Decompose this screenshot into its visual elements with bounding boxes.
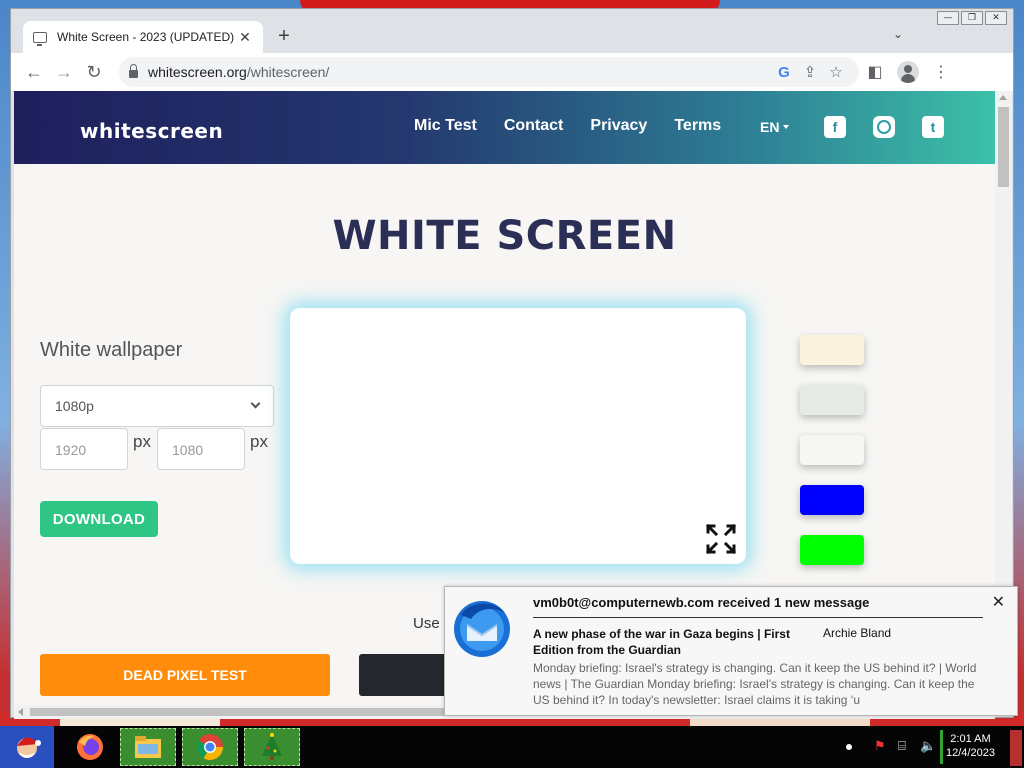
white-screen-preview[interactable] <box>290 308 746 564</box>
profile-avatar-icon[interactable] <box>897 61 919 83</box>
horizontal-scroll-thumb[interactable] <box>30 708 450 716</box>
scroll-up-icon[interactable] <box>999 95 1007 100</box>
network-icon[interactable]: ⌸ <box>898 738 906 754</box>
color-swatch-light-gray[interactable] <box>800 385 864 415</box>
divider <box>533 617 983 618</box>
taskbar-christmas-app[interactable] <box>244 728 300 766</box>
nav-terms[interactable]: Terms <box>674 117 721 135</box>
close-notification-icon[interactable]: ✕ <box>992 592 1005 612</box>
url-host: whitescreen.org <box>148 64 247 80</box>
clock-date: 12/4/2023 <box>946 747 995 759</box>
tab-title: White Screen - 2023 (UPDATED) <box>57 30 235 44</box>
vertical-scroll-thumb[interactable] <box>998 107 1009 187</box>
download-button[interactable]: DOWNLOAD <box>40 501 158 537</box>
minimize-button[interactable]: — <box>937 11 959 25</box>
height-input[interactable]: 1080 <box>157 428 245 470</box>
system-clock[interactable]: 2:01 AM 12/4/2023 <box>946 732 995 760</box>
site-nav: Mic Test Contact Privacy Terms <box>414 117 721 135</box>
language-dropdown[interactable]: EN <box>760 119 789 135</box>
forward-button[interactable]: → <box>49 57 79 87</box>
taskbar-file-explorer[interactable] <box>120 728 176 766</box>
wallpaper-heading: White wallpaper <box>40 339 183 361</box>
share-icon[interactable]: ⇪ <box>797 63 823 81</box>
height-unit-label: px <box>250 432 268 451</box>
tab-search-icon[interactable]: ⌄ <box>893 27 903 41</box>
clock-time: 2:01 AM <box>950 733 991 745</box>
browser-toolbar: ← → ↻ whitescreen.org /whitescreen/ G ⇪ … <box>11 53 1013 91</box>
close-window-button[interactable]: ✕ <box>985 11 1007 25</box>
window-controls: — ❐ ✕ <box>937 11 1007 25</box>
fullscreen-icon[interactable] <box>704 522 738 556</box>
nav-contact[interactable]: Contact <box>504 117 564 135</box>
width-input[interactable]: 1920 <box>40 428 128 470</box>
tray-indicator[interactable] <box>846 744 852 750</box>
color-swatch-blue[interactable] <box>800 485 864 515</box>
tab-close-icon[interactable]: ✕ <box>237 29 253 46</box>
instagram-icon[interactable] <box>873 116 895 138</box>
site-header: whitescreen Mic Test Contact Privacy Ter… <box>14 91 995 164</box>
bookmark-star-icon[interactable]: ☆ <box>823 63 849 81</box>
santa-icon <box>17 737 41 758</box>
chevron-down-icon <box>250 398 261 409</box>
twitter-icon[interactable]: t <box>922 116 944 138</box>
thunderbird-icon <box>454 601 510 657</box>
message-preview: Monday briefing: Israel's strategy is ch… <box>533 661 977 707</box>
new-tab-button[interactable]: + <box>273 25 295 47</box>
color-swatch-green[interactable] <box>800 535 864 565</box>
use-text: Use <box>413 615 440 632</box>
url-path: /whitescreen/ <box>246 64 330 80</box>
color-swatch-off-white[interactable] <box>800 435 864 465</box>
color-swatch-cream[interactable] <box>800 335 864 365</box>
action-center-icon[interactable]: ⚑ <box>874 738 886 754</box>
firefox-icon <box>77 734 103 760</box>
google-icon[interactable]: G <box>771 64 797 81</box>
message-subject: A new phase of the war in Gaza begins | … <box>533 627 790 657</box>
taskbar-chrome[interactable] <box>182 728 238 766</box>
resolution-select[interactable]: 1080p <box>40 385 274 427</box>
file-explorer-icon <box>135 736 161 758</box>
address-bar[interactable]: whitescreen.org /whitescreen/ G ⇪ ☆ <box>119 57 859 87</box>
facebook-icon[interactable]: f <box>824 116 846 138</box>
taskbar-firefox[interactable] <box>62 728 118 766</box>
clock-separator <box>940 730 943 764</box>
monitor-icon <box>33 31 47 46</box>
notification-title: vm0b0t@computernewb.com received 1 new m… <box>533 595 870 610</box>
volume-icon[interactable]: 🔈 <box>920 738 936 754</box>
width-unit-label: px <box>133 432 151 451</box>
side-panel-icon[interactable]: ◧ <box>859 62 891 82</box>
dead-pixel-test-button[interactable]: DEAD PIXEL TEST <box>40 654 330 696</box>
christmas-tree-icon <box>262 733 282 760</box>
resolution-value: 1080p <box>55 398 94 414</box>
message-sender: Archie Bland <box>823 626 892 640</box>
nav-privacy[interactable]: Privacy <box>590 117 647 135</box>
back-button[interactable]: ← <box>19 57 49 87</box>
reload-button[interactable]: ↻ <box>79 57 109 87</box>
browser-menu-icon[interactable]: ⋮ <box>925 62 957 82</box>
page-title: WHITE SCREEN <box>332 213 677 259</box>
start-button[interactable] <box>0 726 54 768</box>
show-desktop-button[interactable] <box>1010 730 1022 766</box>
chrome-icon <box>196 734 224 761</box>
browser-tab[interactable]: White Screen - 2023 (UPDATED) ✕ <box>23 21 263 53</box>
lock-icon[interactable] <box>129 64 138 78</box>
nav-mic-test[interactable]: Mic Test <box>414 117 477 135</box>
maximize-button[interactable]: ❐ <box>961 11 983 25</box>
mail-notification[interactable]: vm0b0t@computernewb.com received 1 new m… <box>444 586 1018 716</box>
scroll-left-icon[interactable] <box>18 708 23 716</box>
site-logo[interactable]: whitescreen <box>80 119 223 143</box>
taskbar: ⚑ ⌸ 🔈 2:01 AM 12/4/2023 <box>0 726 1024 768</box>
